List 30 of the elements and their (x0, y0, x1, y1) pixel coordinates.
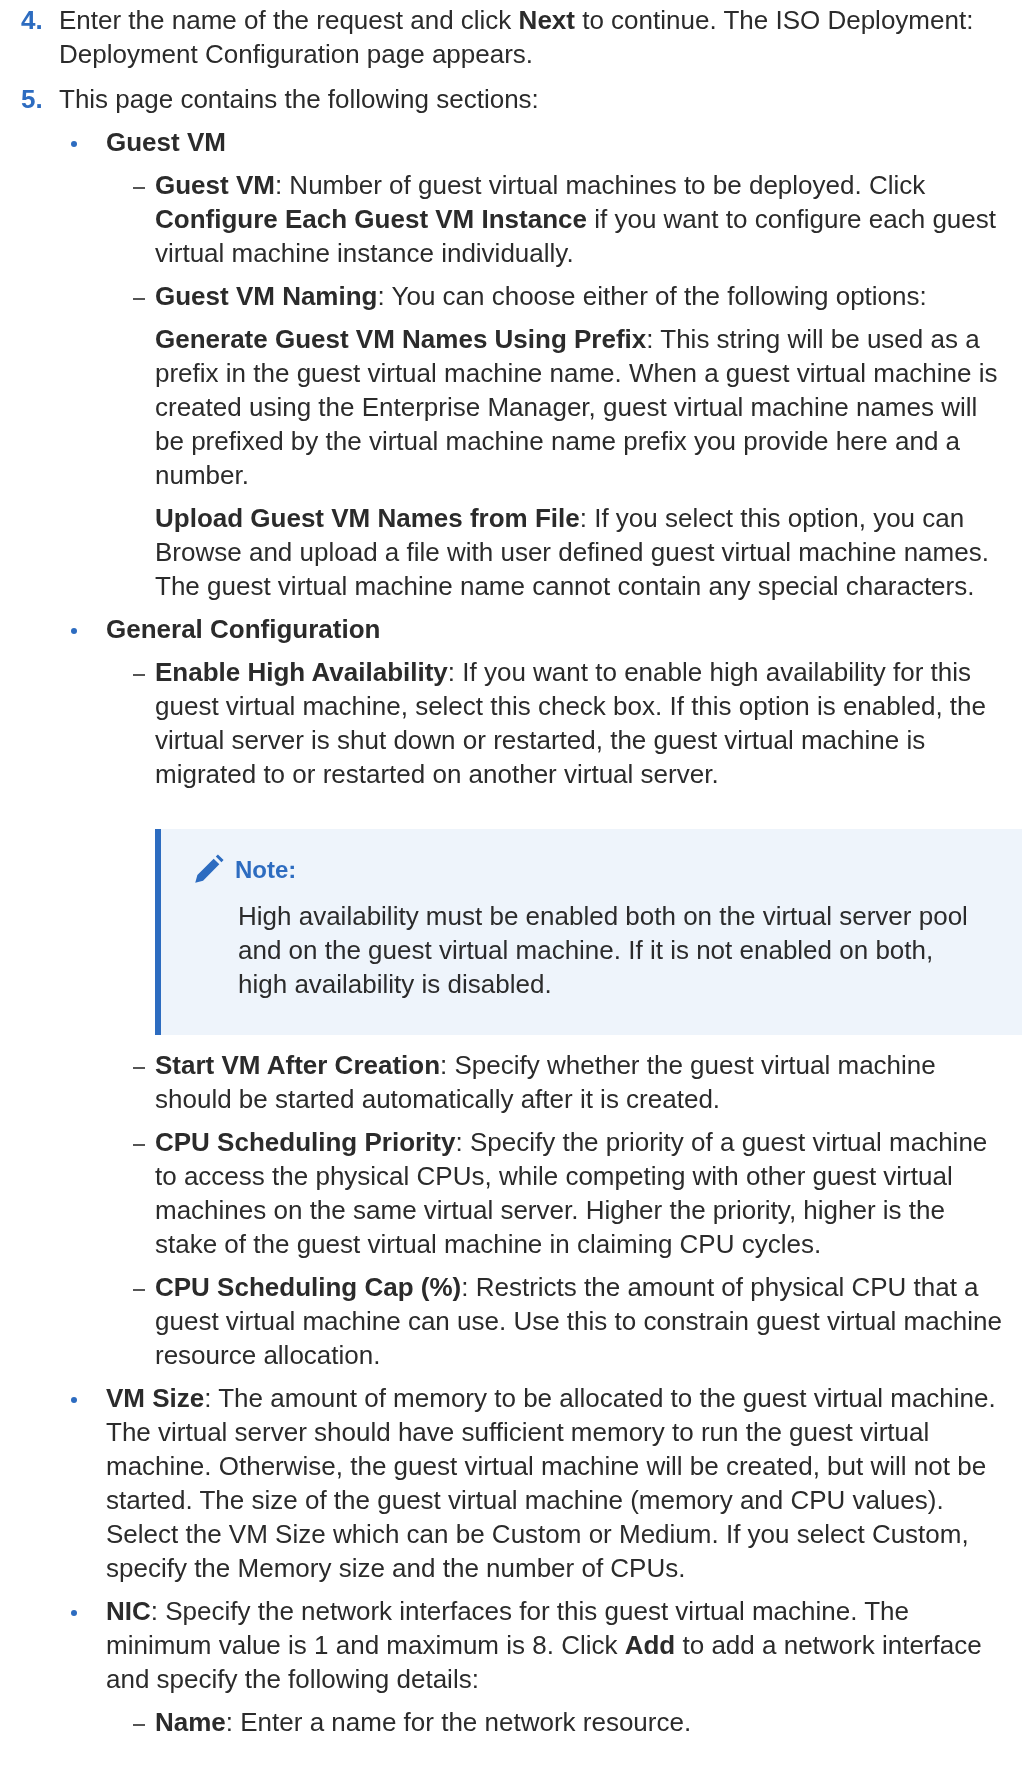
list-item-text: Enable High Availability: If you want to enable high availability for this guest virtual machine, select this check box. If this option is enabled, the virtual server is shut down or restarted, the guest virtual machine is migrated to or restarted on another virtual server. (155, 656, 987, 791)
step-number: 4. (20, 4, 44, 37)
paragraph: Generate Guest VM Names Using Prefix: This string will be used as a prefix in the guest virtual machine name. When a guest virtual machine is created using the Enterprise Manager, guest virtual machine names will be prefixed by the virtual machine name prefix you provide here and a number. (155, 323, 999, 492)
paragraph: Upload Guest VM Names from File: If you select this option, you can Browse and upload a file with user defined guest virtual machine names. The guest virtual machine name cannot contain any special characters. (155, 502, 990, 603)
dash-icon (133, 298, 145, 300)
dash-icon (133, 1289, 145, 1291)
dash-icon (133, 1067, 145, 1069)
step-text: Enter the name of the request and click Next to continue. The ISO Deployment: Deployment Configuration page appears. (59, 4, 975, 71)
list-item-text: Name: Enter a name for the network resource. (155, 1706, 693, 1739)
note-text: High availability must be enabled both on the virtual server pool and on the guest virtual machine. If it is not enabled on both, high availability is disabled. (237, 900, 969, 1001)
bullet-icon (71, 1610, 77, 1616)
bullet-icon (71, 1397, 77, 1403)
list-item-text: VM Size: The amount of memory to be allocated to the guest virtual machine. The virtual server should have sufficient memory to run the guest virtual machine. Otherwise, the guest virtual machine will be created, but will not be started. The size of the guest virtual machine (memory and CPU values). Select the VM Size which can be Custom or Medium. If you select Custom, specify the Memory size and the number of CPUs. (106, 1382, 997, 1585)
list-item-text: Guest VM (106, 126, 227, 159)
list-item-text: General Configuration (106, 613, 382, 646)
step-number: 5. (20, 83, 44, 116)
bullet-icon (71, 141, 77, 147)
list-item-text: CPU Scheduling Priority: Specify the priority of a guest virtual machine to access the physical CPUs, while competing with other guest virtual machines on the same virtual server. Higher the priority, higher is the stake of the guest virtual machine in claiming CPU cycles. (155, 1126, 989, 1261)
dash-icon (133, 674, 145, 676)
dash-icon (133, 187, 145, 189)
list-item-text: Start VM After Creation: Specify whether the guest virtual machine should be started automatically after it is created. (155, 1049, 937, 1116)
dash-icon (133, 1144, 145, 1146)
list-item-text: Guest VM Naming: You can choose either of the following options: (155, 280, 928, 313)
list-item-text: Guest VM: Number of guest virtual machines to be deployed. Click Configure Each Guest VM Instance if you want to configure each guest virtual machine instance individually. (155, 169, 997, 270)
list-item-text: CPU Scheduling Cap (%): Restricts the amount of physical CPU that a guest virtual machine can use. Use this to constrain guest virtual machine resource allocation. (155, 1271, 1003, 1372)
dash-icon (133, 1724, 145, 1726)
bullet-icon (71, 628, 77, 634)
step-text: This page contains the following sections: (59, 83, 540, 116)
list-item-text: NIC: Specify the network interfaces for this guest virtual machine. The minimum value is 1 and maximum is 8. Click Add to add a network interface and specify the following details: (106, 1595, 983, 1696)
note-title: Note: (235, 855, 297, 885)
